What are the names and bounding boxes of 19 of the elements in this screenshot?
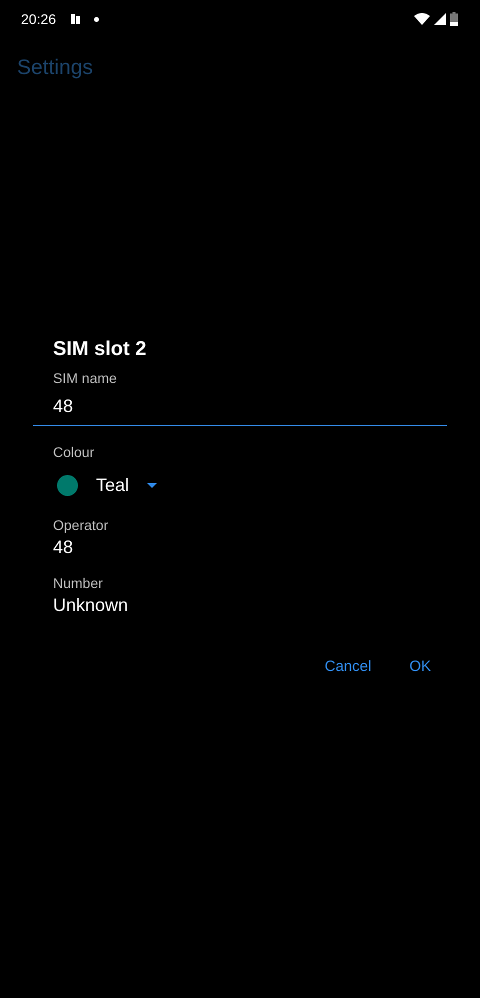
field-label: SIM name [53,370,117,386]
dot-icon [94,16,100,22]
app-title: Settings [17,56,93,80]
dialog-button[interactable]: OK [401,654,439,679]
colour-dropdown[interactable]: Teal [96,474,158,496]
field-value: Unknown [53,595,130,616]
field-label: Number [53,575,103,591]
battery-icon [450,12,458,26]
sim-name-field[interactable]: 48 [33,390,447,426]
notification-icon [70,13,82,25]
field-label: Operator [53,517,108,533]
field-value: 48 [53,537,74,558]
dropdown-caret-icon [147,482,158,488]
signal-icon [434,13,446,25]
clock: 20:26 [21,11,56,27]
dialog-title: SIM slot 2 [53,337,148,362]
dialog-button[interactable]: Cancel [316,654,380,679]
wifi-icon [414,13,430,25]
field-label: Colour [53,444,94,460]
